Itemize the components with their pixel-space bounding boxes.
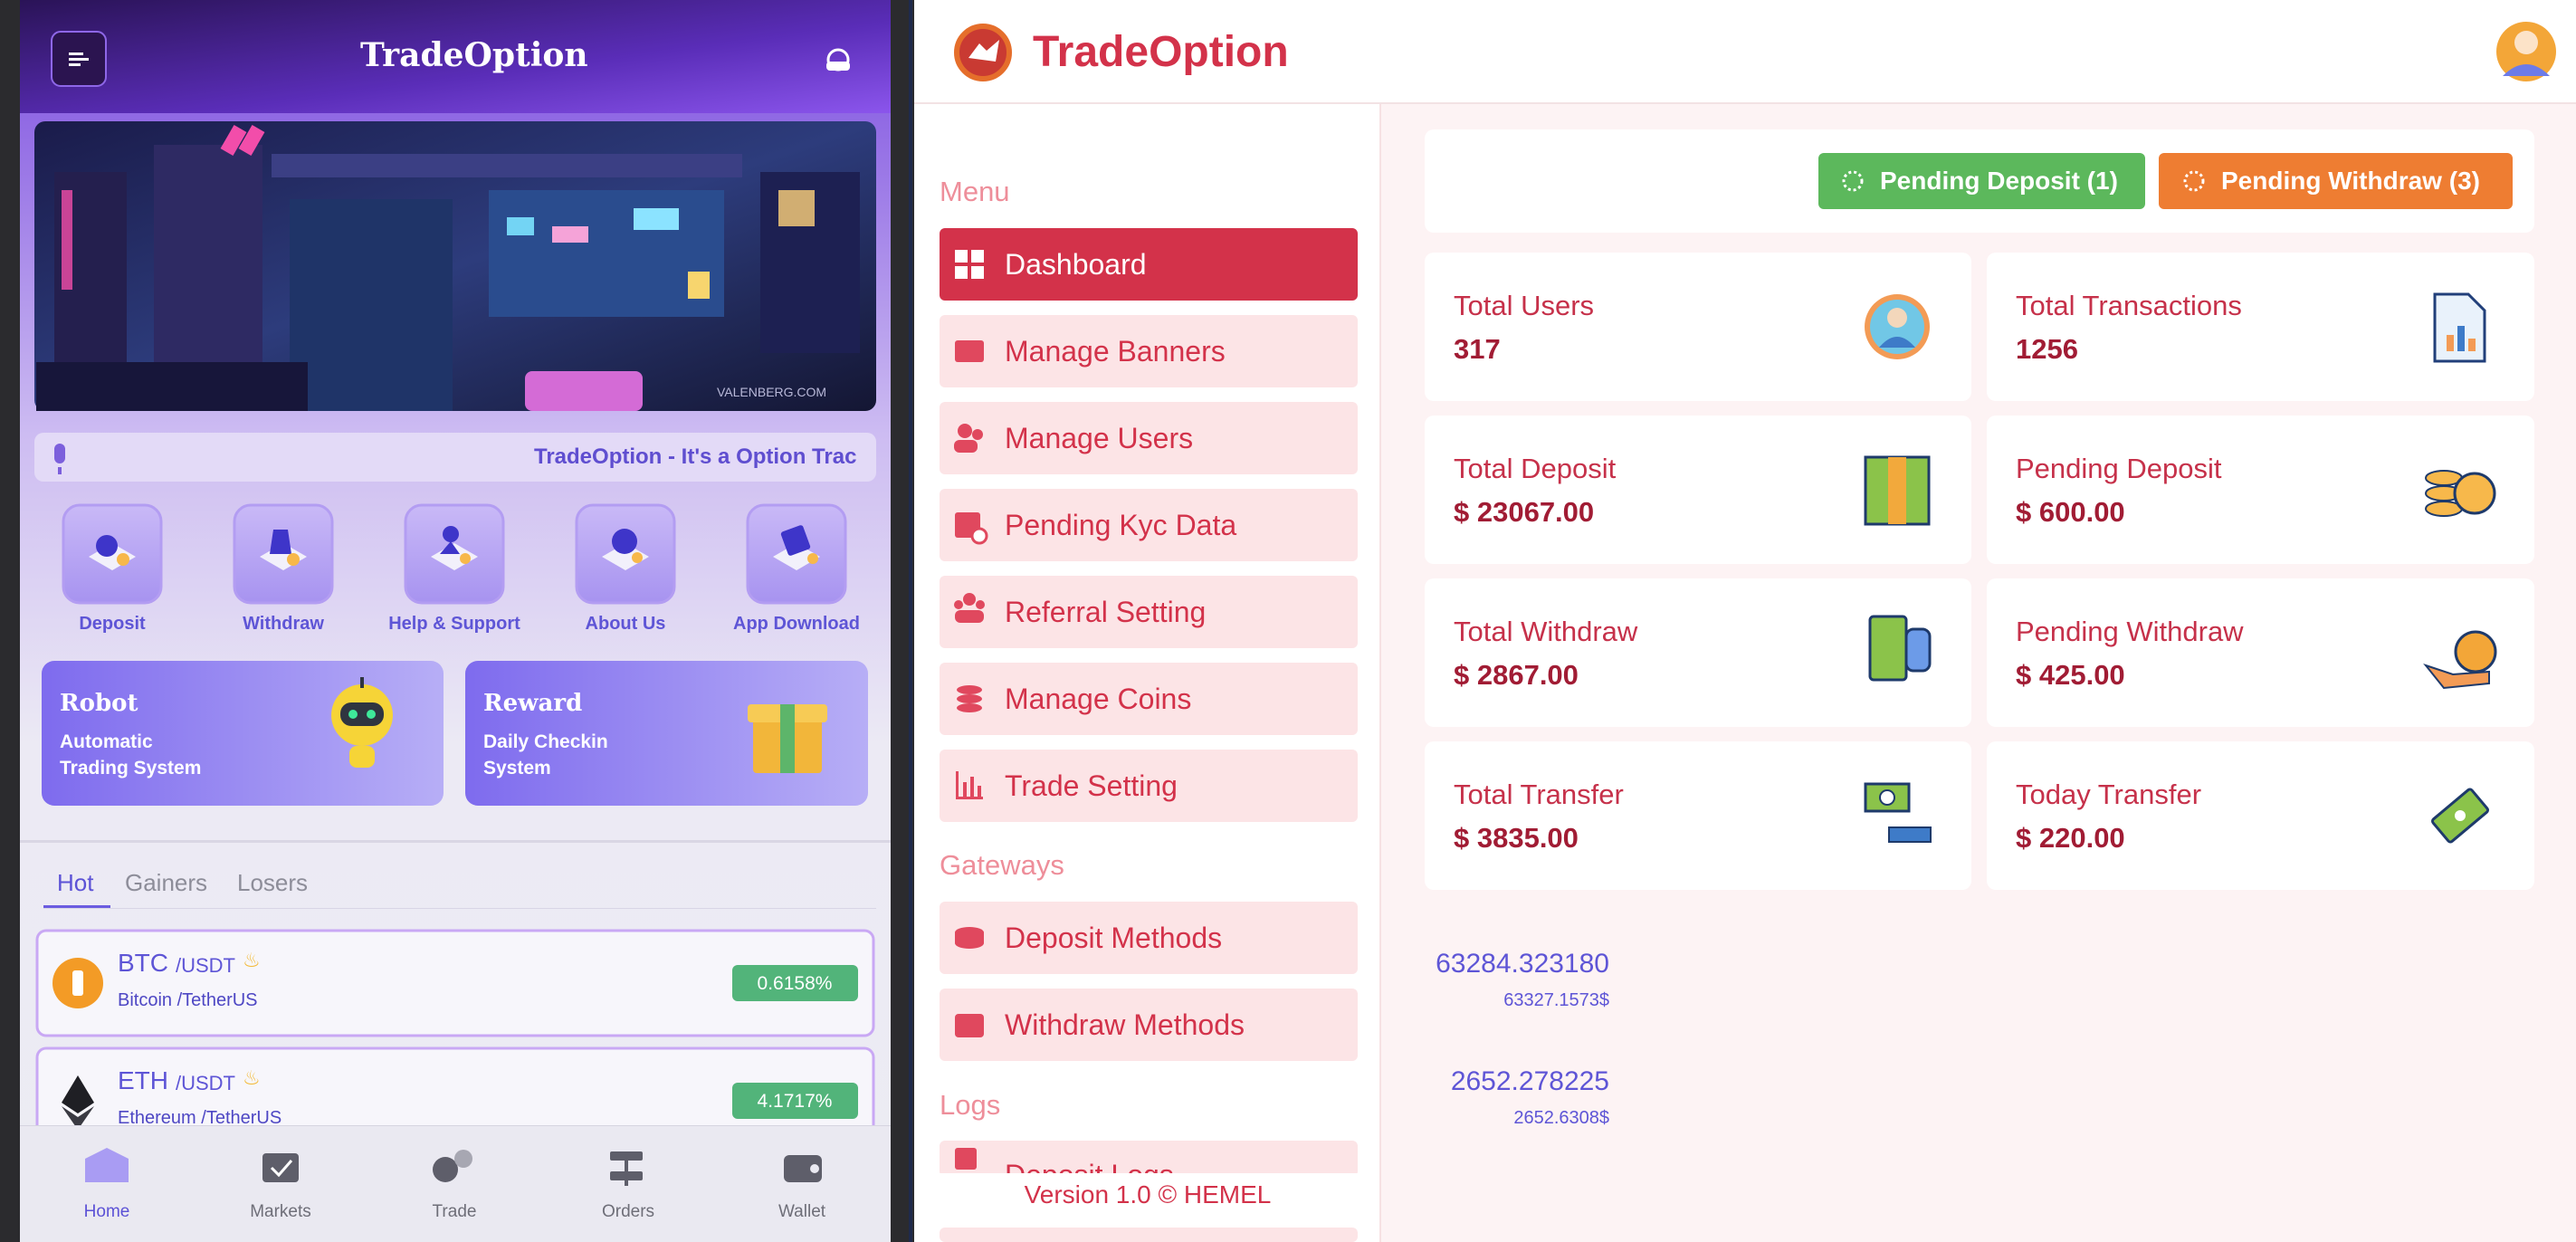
sidebar-border — [1379, 104, 1381, 1242]
ad-icon — [955, 340, 984, 362]
stat-label: Total Transfer — [1454, 779, 1624, 810]
stat-value: $ 23067.00 — [1454, 496, 1595, 528]
tab-hot[interactable]: Hot — [57, 869, 93, 897]
market-usd: 2652.6308$ — [1513, 1108, 1609, 1128]
menu-label: Manage Banners — [1005, 335, 1226, 368]
stat-value: $ 3835.00 — [1454, 822, 1579, 854]
nav-home[interactable]: Home — [84, 1202, 130, 1222]
section-divider — [20, 840, 891, 843]
user-avatar-button[interactable] — [2496, 22, 2556, 81]
deposit-logs-clip: Deposit Logs — [940, 1141, 1358, 1173]
app-title: TradeOption — [360, 36, 588, 74]
wallet-icon — [784, 1155, 822, 1182]
gift-icon — [748, 704, 827, 773]
nav-markets[interactable]: Markets — [250, 1202, 311, 1222]
stat-label: Today Transfer — [2016, 779, 2202, 810]
cash-bundle-icon — [1864, 455, 1931, 526]
promo-line: System — [483, 758, 551, 779]
section-menu: Menu — [940, 176, 1010, 207]
pending-withdraw-label: Pending Withdraw (3) — [2221, 167, 2480, 195]
promo-title: Robot — [60, 690, 138, 717]
menu-label: Deposit Methods — [1005, 922, 1223, 954]
deposit-methods-icon — [955, 927, 984, 949]
pane-separator — [909, 0, 912, 1242]
stat-label: Total Withdraw — [1454, 616, 1638, 647]
nav-trade[interactable]: Trade — [433, 1202, 477, 1222]
section-logs: Logs — [940, 1089, 1001, 1121]
market-price: 63284.323180 — [1436, 949, 1609, 979]
menu-label: Pending Kyc Data — [1005, 509, 1237, 541]
menu-next-item[interactable] — [940, 1228, 1358, 1242]
market-name: Bitcoin /TetherUS — [118, 990, 258, 1010]
stat-label: Total Deposit — [1454, 453, 1617, 484]
report-icon — [2433, 292, 2486, 363]
market-change: 4.1717% — [757, 1091, 833, 1112]
bottom-nav — [20, 1125, 891, 1242]
tabs-baseline — [43, 908, 876, 909]
marquee-text: TradeOption - It's a Option Trac — [534, 444, 857, 469]
screen: TradeOption VALENBERG.COM TradeOption - … — [0, 0, 2576, 1242]
hero-banner[interactable] — [34, 121, 876, 411]
quick-action-label[interactable]: About Us — [586, 614, 666, 635]
quick-action-label[interactable]: Deposit — [79, 614, 145, 635]
nav-orders[interactable]: Orders — [602, 1202, 654, 1222]
brand-logo-icon — [954, 24, 1012, 81]
promo-title: Reward — [483, 690, 583, 717]
stat-value: $ 600.00 — [2016, 496, 2125, 528]
menu-label: Manage Users — [1005, 422, 1194, 454]
hot-flame-icon: ♨ — [243, 1066, 261, 1089]
menu-dashboard[interactable] — [940, 228, 1358, 301]
nav-wallet[interactable]: Wallet — [778, 1202, 825, 1222]
withdraw-methods-icon — [955, 1014, 984, 1037]
market-symbol: BTC — [118, 949, 168, 977]
stat-label: Total Users — [1454, 290, 1595, 321]
hamburger-menu-button[interactable] — [51, 31, 107, 87]
stat-label: Total Transactions — [2016, 290, 2242, 321]
market-price: 2652.278225 — [1450, 1066, 1609, 1096]
banner-watermark: VALENBERG.COM — [717, 385, 827, 399]
user-avatar-icon — [1865, 294, 1930, 359]
menu-label: Referral Setting — [1005, 596, 1207, 628]
market-usd: 63327.1573$ — [1503, 990, 1609, 1010]
pending-deposit-label: Pending Deposit (1) — [1880, 167, 2118, 195]
menu-label: Withdraw Methods — [1005, 1008, 1245, 1041]
coin-stack-icon — [2425, 470, 2496, 517]
admin-header-border — [914, 102, 2576, 104]
quick-action-label[interactable]: Withdraw — [243, 614, 324, 635]
market-name: Ethereum /TetherUS — [118, 1108, 282, 1128]
market-symbol: ETH — [118, 1066, 168, 1094]
version-text: Version 1.0 © HEMEL — [1024, 1180, 1272, 1209]
stat-value: 1256 — [2016, 333, 2078, 365]
stat-label: Pending Deposit — [2016, 453, 2222, 484]
tab-losers[interactable]: Losers — [237, 869, 308, 897]
hot-flame-icon: ♨ — [243, 949, 261, 971]
promo-line: Automatic — [60, 731, 153, 752]
bitcoin-icon — [52, 958, 103, 1008]
quick-action-label[interactable]: App Download — [733, 614, 860, 635]
section-gateways: Gateways — [940, 849, 1064, 881]
tab-gainers[interactable]: Gainers — [125, 869, 207, 897]
market-pair: /USDT — [176, 1072, 235, 1094]
coins-icon — [957, 685, 982, 712]
menu-label: Dashboard — [1005, 248, 1147, 281]
menu-label: Deposit Logs — [1005, 1159, 1174, 1173]
markets-icon — [262, 1153, 299, 1182]
stat-value: 317 — [1454, 333, 1501, 365]
market-change: 0.6158% — [757, 973, 833, 994]
stat-card-total-transfer[interactable] — [1425, 741, 1971, 890]
menu-label: Manage Coins — [1005, 683, 1192, 715]
market-pair: /USDT — [176, 954, 235, 977]
stat-value: $ 2867.00 — [1454, 659, 1579, 691]
promo-line: Trading System — [60, 758, 202, 779]
promo-line: Daily Checkin — [483, 731, 608, 752]
stat-value: $ 425.00 — [2016, 659, 2125, 691]
stat-value: $ 220.00 — [2016, 822, 2125, 854]
admin-brand: TradeOption — [1033, 28, 1289, 76]
stat-label: Pending Withdraw — [2016, 616, 2244, 647]
stat-card-pending-withdraw[interactable] — [1987, 578, 2534, 727]
quick-action-label[interactable]: Help & Support — [388, 614, 520, 635]
menu-label: Trade Setting — [1005, 769, 1178, 802]
